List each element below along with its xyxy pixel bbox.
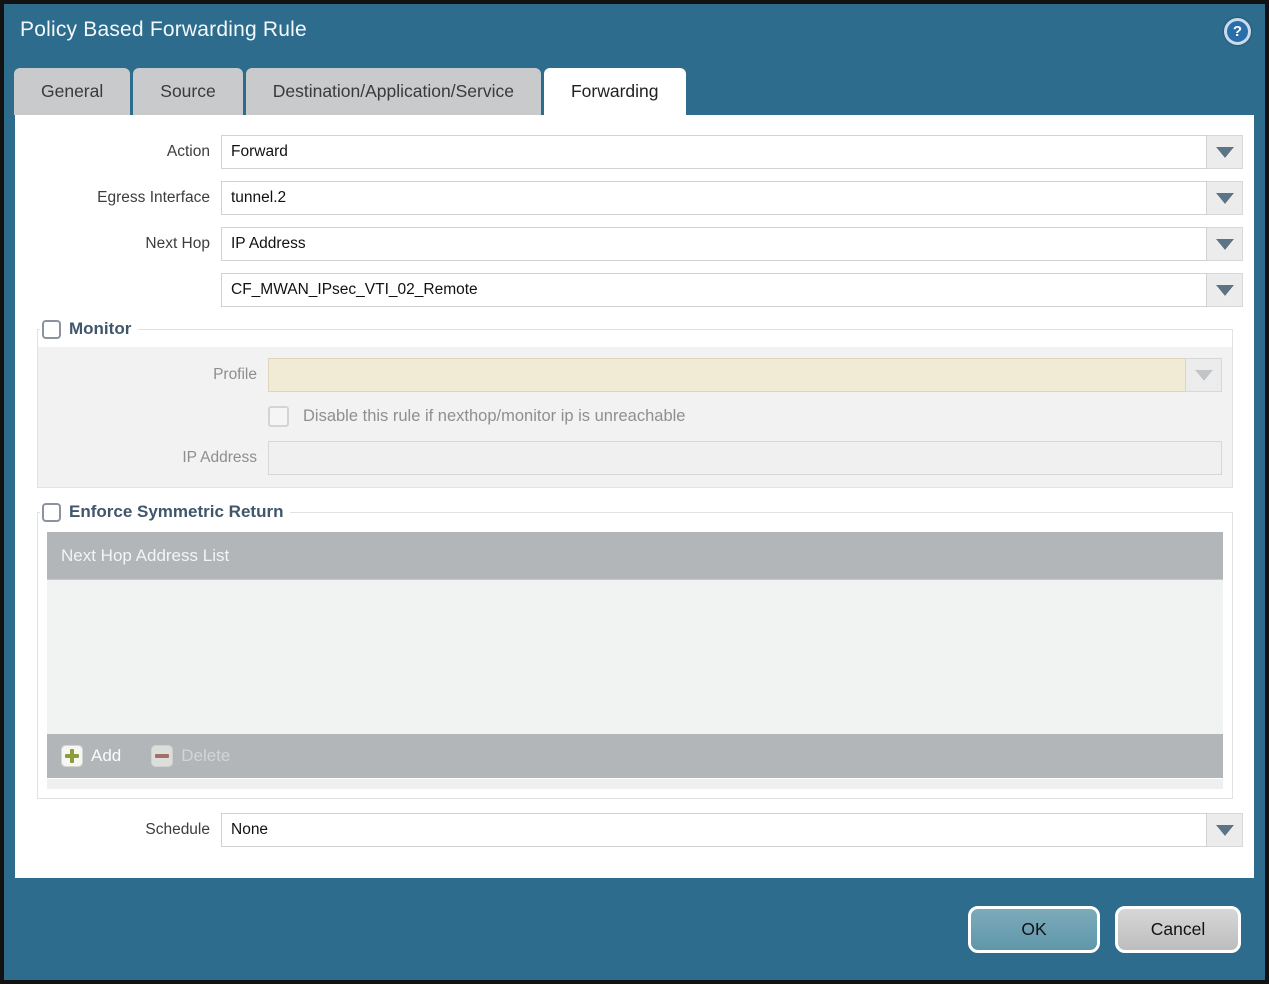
monitor-ip-address-row: IP Address bbox=[38, 441, 1222, 475]
add-button-label: Add bbox=[91, 746, 122, 765]
next-hop-address-list-body[interactable] bbox=[47, 580, 1223, 734]
disable-rule-checkbox bbox=[268, 406, 289, 427]
disable-rule-label: Disable this rule if nexthop/monitor ip … bbox=[303, 407, 686, 425]
help-icon[interactable]: ? bbox=[1224, 18, 1251, 45]
add-button[interactable]: Add bbox=[61, 745, 121, 767]
plus-icon bbox=[61, 745, 83, 767]
egress-interface-select[interactable]: tunnel.2 bbox=[221, 181, 1207, 215]
next-hop-address-list-toolbar: Add Delete bbox=[47, 734, 1223, 778]
monitor-legend: Monitor bbox=[40, 319, 138, 339]
action-label: Action bbox=[166, 143, 210, 160]
delete-button: Delete bbox=[151, 745, 230, 767]
next-hop-address-list-table: Next Hop Address List Add Delete bbox=[47, 532, 1223, 789]
enforce-symmetric-return-legend: Enforce Symmetric Return bbox=[40, 502, 290, 522]
next-hop-address-select[interactable]: CF_MWAN_IPsec_VTI_02_Remote bbox=[221, 273, 1207, 307]
action-select[interactable]: Forward bbox=[221, 135, 1207, 169]
monitor-checkbox[interactable] bbox=[42, 319, 61, 339]
chevron-down-icon bbox=[1215, 284, 1234, 296]
table-bottom-strip bbox=[47, 779, 1223, 789]
schedule-label: Schedule bbox=[145, 821, 210, 838]
profile-row: Profile bbox=[38, 358, 1222, 392]
chevron-down-icon bbox=[1215, 238, 1234, 250]
cancel-button[interactable]: Cancel bbox=[1115, 905, 1241, 953]
egress-interface-dropdown-button[interactable] bbox=[1207, 181, 1243, 215]
next-hop-dropdown-button[interactable] bbox=[1207, 227, 1243, 261]
tab-destination-application-service[interactable]: Destination/Application/Service bbox=[245, 68, 541, 115]
next-hop-label: Next Hop bbox=[145, 235, 210, 252]
schedule-dropdown-button[interactable] bbox=[1207, 813, 1243, 847]
action-row: Action Forward bbox=[15, 135, 1243, 169]
profile-label: Profile bbox=[213, 366, 257, 383]
chevron-down-icon bbox=[1215, 824, 1234, 836]
dialog-title: Policy Based Forwarding Rule bbox=[20, 18, 307, 41]
forwarding-tab-panel: Action Forward Egress Interface tunnel.2… bbox=[15, 115, 1254, 878]
next-hop-row: Next Hop IP Address bbox=[15, 227, 1243, 261]
tab-general[interactable]: General bbox=[14, 68, 131, 115]
profile-select bbox=[268, 358, 1186, 392]
tab-source[interactable]: Source bbox=[133, 68, 243, 115]
profile-dropdown-button bbox=[1186, 358, 1222, 392]
egress-interface-label: Egress Interface bbox=[97, 189, 210, 206]
action-dropdown-button[interactable] bbox=[1207, 135, 1243, 169]
dialog-footer: OK Cancel bbox=[4, 878, 1265, 980]
chevron-down-icon bbox=[1215, 146, 1234, 158]
next-hop-type-select[interactable]: IP Address bbox=[221, 227, 1207, 261]
egress-interface-row: Egress Interface tunnel.2 bbox=[15, 181, 1243, 215]
schedule-row: Schedule None bbox=[15, 813, 1243, 847]
titlebar: Policy Based Forwarding Rule ? bbox=[4, 4, 1265, 68]
chevron-down-icon bbox=[1194, 369, 1213, 381]
monitor-panel: Profile Disable this rule if nexthop/mon… bbox=[38, 347, 1232, 487]
disable-rule-row: Disable this rule if nexthop/monitor ip … bbox=[38, 406, 1222, 427]
chevron-down-icon bbox=[1215, 192, 1234, 204]
monitor-group: Monitor Profile Disable this rule if nex… bbox=[37, 319, 1233, 488]
minus-icon bbox=[151, 745, 174, 767]
delete-button-label: Delete bbox=[181, 746, 231, 765]
next-hop-address-row: CF_MWAN_IPsec_VTI_02_Remote bbox=[15, 273, 1243, 307]
enforce-symmetric-return-legend-label: Enforce Symmetric Return bbox=[69, 502, 284, 521]
next-hop-address-list-header: Next Hop Address List bbox=[47, 532, 1223, 580]
enforce-symmetric-return-group: Enforce Symmetric Return Next Hop Addres… bbox=[37, 502, 1233, 799]
monitor-legend-label: Monitor bbox=[69, 319, 132, 338]
next-hop-address-dropdown-button[interactable] bbox=[1207, 273, 1243, 307]
monitor-ip-address-label: IP Address bbox=[182, 449, 257, 466]
schedule-select[interactable]: None bbox=[221, 813, 1207, 847]
tab-forwarding[interactable]: Forwarding bbox=[543, 68, 686, 115]
pbf-rule-dialog: Policy Based Forwarding Rule ? General S… bbox=[0, 0, 1269, 984]
enforce-symmetric-return-checkbox[interactable] bbox=[42, 502, 61, 522]
ok-button[interactable]: OK bbox=[968, 905, 1100, 953]
tab-bar: General Source Destination/Application/S… bbox=[4, 68, 1265, 115]
monitor-ip-address-input bbox=[268, 441, 1222, 475]
